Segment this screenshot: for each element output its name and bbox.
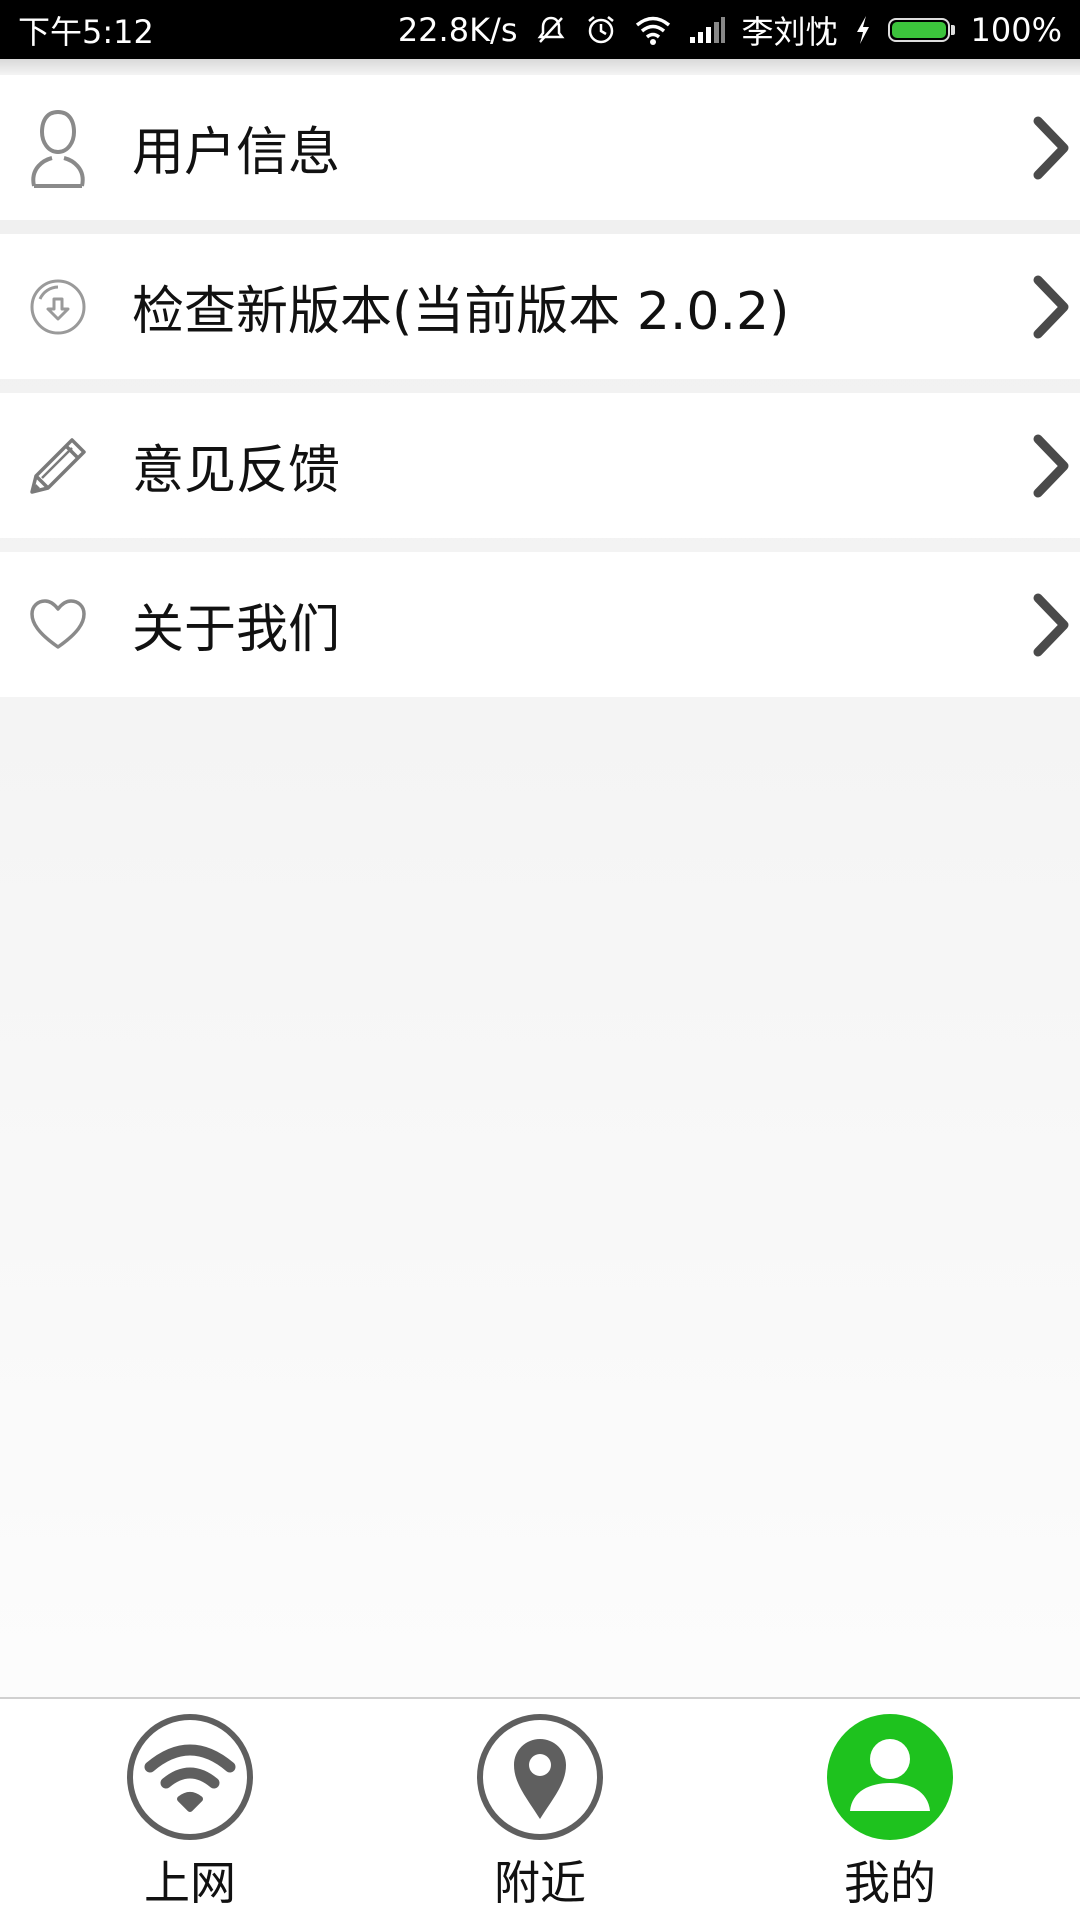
mute-icon: [534, 13, 568, 47]
menu-item-user-info[interactable]: 用户信息: [0, 75, 1080, 220]
pencil-icon: [26, 424, 90, 508]
menu-item-check-update[interactable]: 检查新版本(当前版本 2.0.2): [0, 234, 1080, 379]
chevron-right-icon: [1028, 113, 1076, 183]
battery-icon: [887, 17, 955, 42]
battery-tip: [950, 24, 955, 35]
chevron-right-icon: [1028, 431, 1076, 501]
status-left: 下午5:12: [18, 7, 154, 53]
nav-tab-internet[interactable]: 上网: [90, 1713, 290, 1913]
download-circle-icon: [26, 265, 90, 349]
signal-icon: [688, 15, 726, 45]
alarm-icon: [584, 13, 618, 47]
nav-tab-label: 上网: [144, 1856, 236, 1910]
battery-body: [887, 17, 950, 42]
menu-item-feedback[interactable]: 意见反馈: [0, 393, 1080, 538]
battery-fill: [891, 21, 946, 38]
bottom-nav: 上网 附近 我的: [0, 1697, 1080, 1920]
wifi-status-icon: [634, 14, 672, 46]
status-bar: 下午5:12 22.8K/s 李刘忱 100%: [0, 0, 1080, 59]
heart-icon: [26, 583, 90, 667]
person-icon: [827, 1714, 953, 1840]
menu-item-label: 意见反馈: [132, 441, 341, 501]
settings-content: 用户信息 检查新版本(当前版本 2.0.2) 意见反馈 关于我们: [0, 75, 1080, 1697]
menu-item-label: 用户信息: [132, 123, 341, 183]
menu-item-label: 关于我们: [132, 600, 341, 660]
location-pin-icon: [477, 1714, 603, 1840]
user-icon: [26, 106, 90, 190]
status-right: 22.8K/s 李刘忱 100%: [398, 7, 1062, 53]
nav-tab-label: 附近: [494, 1856, 586, 1910]
nav-tab-nearby[interactable]: 附近: [440, 1713, 640, 1913]
battery-percent: 100%: [970, 10, 1062, 49]
nav-tab-label: 我的: [844, 1856, 936, 1910]
header-shadow: [0, 59, 1080, 75]
carrier-name: 李刘忱: [741, 12, 838, 51]
charging-icon: [854, 14, 872, 46]
menu-item-label: 检查新版本(当前版本 2.0.2): [132, 282, 790, 342]
wifi-icon: [127, 1714, 253, 1840]
chevron-right-icon: [1028, 590, 1076, 660]
network-speed: 22.8K/s: [397, 10, 518, 49]
menu-item-about-us[interactable]: 关于我们: [0, 552, 1080, 697]
nav-tab-mine[interactable]: 我的: [790, 1713, 990, 1913]
chevron-right-icon: [1028, 272, 1076, 342]
status-time: 下午5:12: [18, 12, 154, 51]
